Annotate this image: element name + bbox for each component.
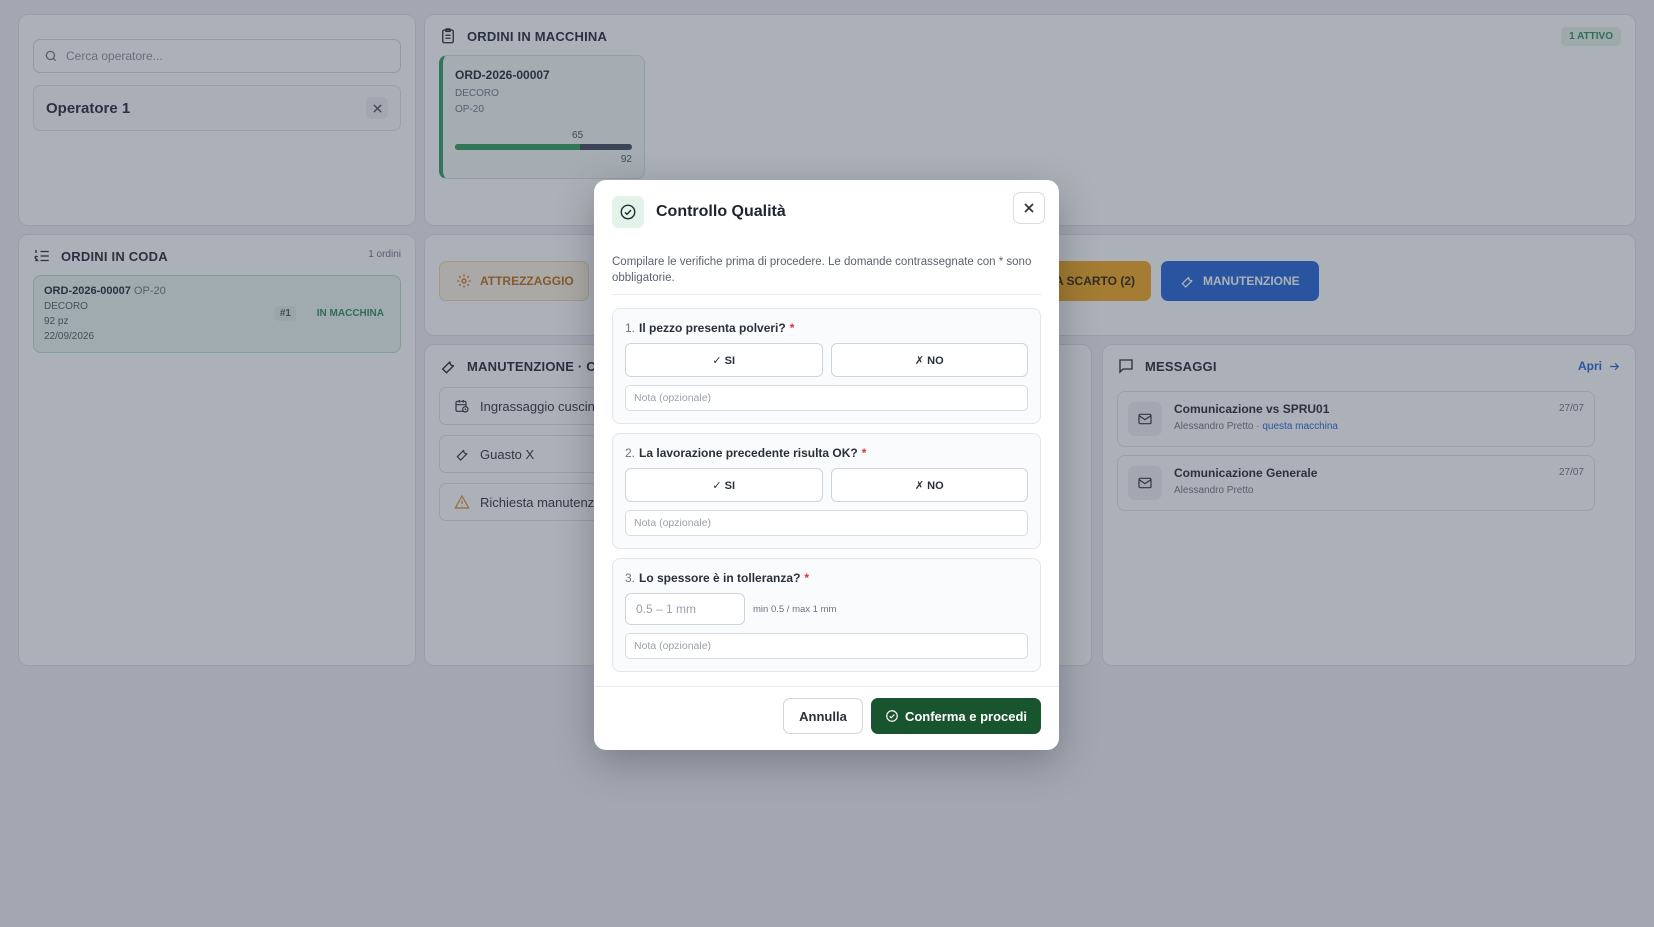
question-title: 1. Il pezzo presenta polveri? *	[625, 321, 1028, 335]
thickness-row: 0.5 – 1 mm min 0.5 / max 1 mm	[625, 593, 1028, 625]
confirm-label: Conferma e procedi	[904, 708, 1028, 724]
question-text: Lo spessore è in tolleranza?	[639, 571, 801, 585]
footer-divider	[594, 686, 1059, 687]
dialog-description: Compilare le verifiche prima di proceder…	[612, 256, 1032, 284]
question-text: Il pezzo presenta polveri?	[639, 321, 786, 335]
dialog-header: Controllo Qualità	[612, 196, 786, 228]
question-card: 1. Il pezzo presenta polveri? * ✓ SI ✗ N…	[612, 308, 1041, 424]
thickness-placeholder: 0.5 – 1 mm	[636, 602, 697, 616]
cancel-button[interactable]: Annulla	[783, 698, 863, 734]
question-text: La lavorazione precedente risulta OK?	[639, 446, 858, 460]
required-marker: *	[861, 446, 867, 460]
answer-no-button[interactable]: ✗ NO	[830, 468, 1028, 502]
required-marker: *	[789, 321, 795, 335]
dialog-close-button[interactable]	[1013, 192, 1045, 224]
note-input[interactable]: Nota (opzionale)	[625, 385, 1028, 411]
question-card: 3. Lo spessore è in tolleranza? * 0.5 – …	[612, 558, 1041, 672]
yes-no-group: ✓ SI ✗ NO	[625, 468, 1028, 502]
close-icon	[1024, 203, 1034, 213]
question-title: 3. Lo spessore è in tolleranza? *	[625, 571, 1028, 585]
tolerance-hint: min 0.5 / max 1 mm	[753, 603, 837, 615]
answer-yes-button[interactable]: ✓ SI	[625, 468, 823, 502]
question-title: 2. La lavorazione precedente risulta OK?…	[625, 446, 1028, 460]
thickness-input[interactable]: 0.5 – 1 mm	[625, 593, 745, 625]
note-placeholder: Nota (opzionale)	[634, 517, 712, 529]
divider	[612, 294, 1041, 295]
question-number: 3.	[625, 571, 636, 585]
check-circle-icon	[612, 196, 644, 228]
note-input[interactable]: Nota (opzionale)	[625, 633, 1028, 659]
note-placeholder: Nota (opzionale)	[634, 392, 712, 404]
check-circle-icon	[886, 710, 898, 722]
answer-no-button[interactable]: ✗ NO	[830, 343, 1028, 377]
note-input[interactable]: Nota (opzionale)	[625, 510, 1028, 536]
answer-yes-button[interactable]: ✓ SI	[625, 343, 823, 377]
yes-no-group: ✓ SI ✗ NO	[625, 343, 1028, 377]
confirm-proceed-button[interactable]: Conferma e procedi	[871, 698, 1041, 734]
quality-control-dialog: Controllo Qualità Compilare le verifiche…	[594, 180, 1059, 750]
question-number: 2.	[625, 446, 636, 460]
question-card: 2. La lavorazione precedente risulta OK?…	[612, 433, 1041, 549]
required-marker: *	[804, 571, 810, 585]
question-number: 1.	[625, 321, 636, 335]
dialog-title: Controllo Qualità	[656, 203, 786, 220]
note-placeholder: Nota (opzionale)	[634, 640, 712, 652]
